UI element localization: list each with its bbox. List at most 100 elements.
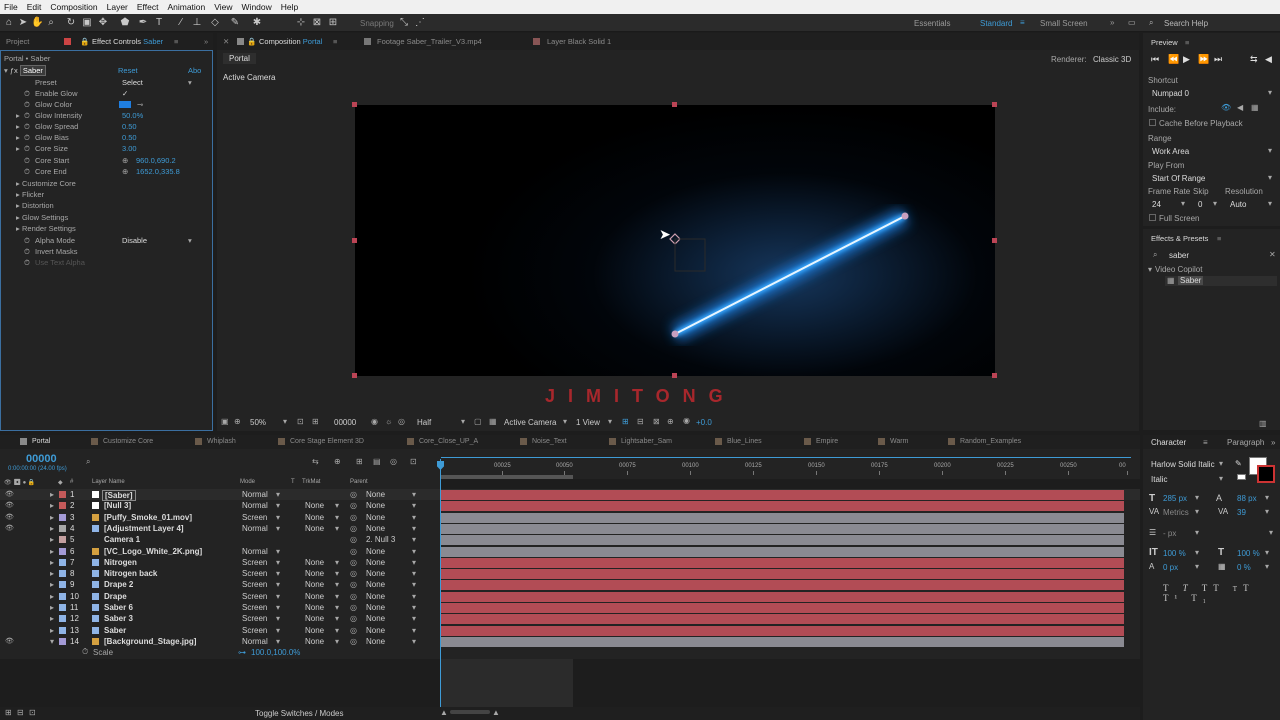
timeline-tab[interactable]: Lightsaber_Sam xyxy=(621,438,672,445)
layer-mode[interactable]: Screen xyxy=(242,603,267,612)
tab-footage[interactable]: Footage Saber_Trailer_V3.mp4 xyxy=(377,33,482,50)
layer-mode[interactable]: Screen xyxy=(242,626,267,635)
layer-trkmat[interactable]: None xyxy=(305,569,324,578)
horizontal-scale-dropdown-icon[interactable]: ▾ xyxy=(1265,548,1269,557)
tracking-dropdown-icon[interactable]: ▾ xyxy=(1265,507,1269,516)
kerning-dropdown-icon[interactable]: ▾ xyxy=(1195,507,1199,516)
parent-pickwhip-icon[interactable]: ◎ xyxy=(350,626,357,635)
layer-trkmat[interactable]: None xyxy=(305,603,324,612)
panel-menu-icon[interactable]: ≡ xyxy=(174,33,178,50)
layer-parent[interactable]: None xyxy=(366,569,385,578)
parent-dropdown-icon[interactable]: ▾ xyxy=(412,614,416,623)
layer-expand-icon[interactable]: ▾ xyxy=(50,637,54,646)
prop-expand-icon[interactable]: ▸ xyxy=(16,212,20,223)
skip-select[interactable]: 0 xyxy=(1198,200,1202,209)
mode-dropdown-icon[interactable]: ▾ xyxy=(276,626,280,635)
col-t[interactable]: T xyxy=(291,479,295,485)
camera-view-select[interactable]: Active Camera xyxy=(504,418,556,427)
parent-pickwhip-icon[interactable]: ◎ xyxy=(350,535,357,544)
show-snapshot-icon[interactable]: ☼ xyxy=(385,417,392,426)
eyedropper-icon[interactable]: ⊸ xyxy=(137,99,143,110)
type-tool-icon[interactable]: T xyxy=(153,17,165,29)
layer-mode[interactable]: Screen xyxy=(242,580,267,589)
stroke-style-dropdown-icon[interactable]: ▾ xyxy=(1269,528,1273,537)
play-from-select[interactable]: Start Of Range xyxy=(1152,174,1205,183)
loop-icon[interactable]: ⇆ xyxy=(1250,54,1258,65)
stopwatch-icon[interactable]: ⏱ xyxy=(24,246,30,257)
timeline-search-icon[interactable]: ⌕ xyxy=(86,457,90,467)
menu-window[interactable]: Window xyxy=(242,2,272,12)
layer-parent[interactable]: None xyxy=(366,558,385,567)
handle-top-mid[interactable] xyxy=(672,102,677,107)
mode-dropdown-icon[interactable]: ▾ xyxy=(276,524,280,533)
parent-pickwhip-icon[interactable]: ◎ xyxy=(350,603,357,612)
handle-mid-left[interactable] xyxy=(352,238,357,243)
layer-switches-icon[interactable]: ⊞ xyxy=(5,708,12,717)
range-select[interactable]: Work Area xyxy=(1152,147,1189,156)
play-from-dropdown-icon[interactable]: ▾ xyxy=(1268,173,1272,182)
layer-row[interactable]: 👁 ▸ 1 [Saber] Normal ▾ ◎ None ▾ xyxy=(0,489,1140,501)
layer-name[interactable]: Drape 2 xyxy=(104,580,133,589)
toggle-switches-modes[interactable]: Toggle Switches / Modes xyxy=(255,709,344,718)
menu-animation[interactable]: Animation xyxy=(167,2,205,12)
mode-dropdown-icon[interactable]: ▾ xyxy=(276,558,280,567)
preview-menu-icon[interactable]: ≡ xyxy=(1185,34,1189,51)
layer-name[interactable]: [VC_Logo_White_2K.png] xyxy=(104,547,202,556)
prop-expand-icon[interactable]: ▸ xyxy=(16,200,20,211)
layer-name[interactable]: Saber xyxy=(104,626,126,635)
stopwatch-icon[interactable]: ⏱ xyxy=(24,110,30,121)
layer-duration-bar[interactable] xyxy=(441,501,1124,512)
parent-pickwhip-icon[interactable]: ◎ xyxy=(350,547,357,556)
stopwatch-icon[interactable]: ⏱ xyxy=(24,143,30,154)
tsume-dropdown-icon[interactable]: ▾ xyxy=(1265,562,1269,571)
prop-value[interactable]: 3.00 xyxy=(122,143,137,154)
menu-help[interactable]: Help xyxy=(281,2,298,12)
stopwatch-icon[interactable]: ⏱ xyxy=(24,121,30,132)
tab-layer[interactable]: Layer Black Solid 1 xyxy=(547,33,611,50)
fast-preview-icon[interactable]: ⊟ xyxy=(637,417,644,426)
layer-expand-icon[interactable]: ▸ xyxy=(50,535,54,544)
hand-tool-icon[interactable]: ✋ xyxy=(31,17,43,29)
layer-label-color[interactable] xyxy=(59,615,66,623)
prop-value[interactable]: Disable xyxy=(122,235,147,246)
layer-name[interactable]: Saber 3 xyxy=(104,614,133,623)
world-axis-icon[interactable]: ⊠ xyxy=(311,17,323,29)
shortcut-dropdown-icon[interactable]: ▾ xyxy=(1268,88,1272,97)
layer-mode[interactable]: Screen xyxy=(242,614,267,623)
stroke-color-swatch[interactable] xyxy=(1257,465,1275,483)
include-overlay-icon[interactable]: ▦ xyxy=(1251,103,1259,112)
timeline-timecode[interactable]: 00000 xyxy=(26,453,57,465)
prop-value[interactable]: Select xyxy=(122,77,143,88)
preview-title[interactable]: Preview xyxy=(1151,34,1178,51)
layer-duration-bar[interactable] xyxy=(441,535,1124,546)
handle-top-right[interactable] xyxy=(992,102,997,107)
parent-pickwhip-icon[interactable]: ◎ xyxy=(350,558,357,567)
visibility-eye-icon[interactable]: 👁 xyxy=(5,501,14,509)
expand-panel-icon[interactable]: » xyxy=(204,33,208,50)
parent-dropdown-icon[interactable]: ▾ xyxy=(412,547,416,556)
skip-dropdown-icon[interactable]: ▾ xyxy=(1213,199,1217,208)
resolution-dropdown-preview-icon[interactable]: ▾ xyxy=(1268,199,1272,208)
timeline-tab[interactable]: Noise_Text xyxy=(532,438,567,445)
puppet-tool-icon[interactable]: ✱ xyxy=(251,17,263,29)
layer-row[interactable]: 👁 ▸ 2 [Null 3] Normal ▾ None ▾ ◎ None ▾ xyxy=(0,500,1140,512)
prop-expand-icon[interactable]: ▸ xyxy=(16,121,20,132)
parent-pickwhip-icon[interactable]: ◎ xyxy=(350,592,357,601)
trkmat-dropdown-icon[interactable]: ▾ xyxy=(335,558,339,567)
layer-expand-icon[interactable]: ▸ xyxy=(50,490,54,499)
layer-name[interactable]: Camera 1 xyxy=(104,535,140,544)
vertical-scale-dropdown-icon[interactable]: ▾ xyxy=(1195,548,1199,557)
zoom-dropdown-icon[interactable]: ▾ xyxy=(283,417,287,426)
layer-parent[interactable]: 2. Null 3 xyxy=(366,535,395,544)
visibility-eye-icon[interactable]: 👁 xyxy=(5,524,14,532)
layer-parent[interactable]: None xyxy=(366,490,385,499)
layer-label-color[interactable] xyxy=(59,570,66,578)
eraser-tool-icon[interactable]: ◇ xyxy=(209,17,221,29)
layer-row[interactable]: ▸ 5 Camera 1 ◎ 2. Null 3 ▾ xyxy=(0,534,1140,546)
eyedropper-icon[interactable]: ✎ xyxy=(1235,459,1242,468)
motion-blur-icon[interactable]: ◎ xyxy=(390,457,397,466)
prop-expand-icon[interactable]: ▸ xyxy=(16,110,20,121)
parent-pickwhip-icon[interactable]: ◎ xyxy=(350,513,357,522)
layer-name[interactable]: [Background_Stage.jpg] xyxy=(104,637,196,646)
leading-dropdown-icon[interactable]: ▾ xyxy=(1265,493,1269,502)
